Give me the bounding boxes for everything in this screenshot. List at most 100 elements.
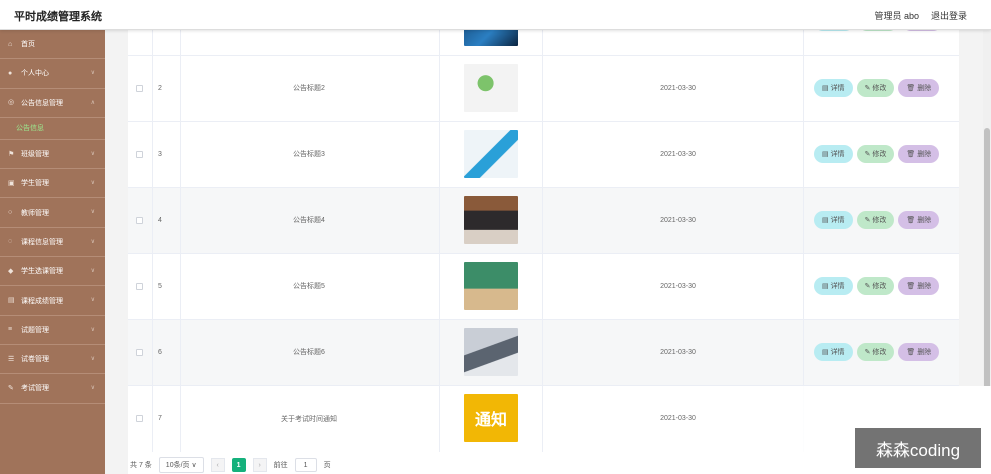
detail-button[interactable]: ▤ 详情 — [814, 79, 853, 98]
row-title: 公告标题6 — [293, 349, 325, 357]
table-row — [128, 30, 959, 56]
row-checkbox[interactable] — [136, 188, 144, 253]
current-user: 管理员 abo — [874, 11, 919, 21]
delete-button[interactable]: 🗑 删除 — [898, 277, 940, 296]
sidebar-item-question[interactable]: ≡ 试题管理 ∨ — [0, 316, 105, 345]
delete-button[interactable]: 🗑 删除 — [898, 211, 940, 230]
sidebar-item-profile[interactable]: ● 个人中心 ∨ — [0, 59, 105, 89]
row-checkbox[interactable] — [136, 386, 144, 452]
row-checkbox[interactable] — [136, 122, 144, 187]
sidebar-item-home[interactable]: ⌂ 首页 — [0, 30, 105, 60]
detail-button[interactable]: ▤ 详情 — [814, 343, 853, 362]
trash-icon: 🗑 — [906, 217, 918, 225]
chevron-down-icon: ∨ — [90, 326, 95, 333]
edit-button[interactable]: ✎ 修改 — [856, 277, 895, 296]
notice-image — [464, 328, 518, 376]
row-index: 6 — [158, 348, 162, 356]
row-index: 4 — [158, 216, 162, 224]
watermark: 森森coding — [855, 428, 981, 468]
goto-page-input[interactable]: 1 — [294, 458, 317, 472]
row-title: 公告标题2 — [293, 85, 325, 93]
document-icon: ▤ — [822, 85, 831, 93]
sidebar-item-exam[interactable]: ✎ 考试管理 ∨ — [0, 374, 105, 404]
teacher-icon: ○ — [8, 209, 13, 217]
goto-label: 前往 — [273, 462, 288, 469]
row-index: 3 — [158, 150, 162, 158]
pencil-icon: ✎ — [864, 349, 873, 357]
total-count: 共 7 条 — [130, 462, 152, 469]
home-icon: ⌂ — [8, 40, 13, 48]
sidebar-subitem-notice[interactable]: 公告信息 — [0, 118, 105, 140]
notice-image — [464, 64, 518, 112]
row-checkbox[interactable] — [136, 56, 144, 121]
edit-button[interactable] — [858, 30, 898, 32]
sidebar-item-teacher[interactable]: ○ 教师管理 ∨ — [0, 198, 105, 228]
row-checkbox[interactable] — [136, 320, 144, 385]
document-icon: ▤ — [822, 151, 831, 159]
notice-image: 通知 — [464, 394, 518, 442]
trash-icon: 🗑 — [906, 85, 918, 93]
top-header: 平时成绩管理系统 管理员 abo 退出登录 — [0, 0, 991, 30]
edit-button[interactable]: ✎ 修改 — [856, 145, 895, 164]
row-index: 7 — [158, 415, 162, 423]
flag-icon: ⚑ — [8, 150, 15, 158]
sidebar-item-student[interactable]: ▣ 学生管理 ∨ — [0, 169, 105, 199]
notice-icon: ◎ — [8, 99, 15, 107]
prev-page-button[interactable]: ‹ — [210, 458, 225, 472]
row-actions — [814, 30, 954, 55]
detail-button[interactable]: ▤ 详情 — [814, 277, 853, 296]
sidebar-item-score[interactable]: ▤ 课程成绩管理 ∨ — [0, 286, 105, 316]
sidebar-item-course[interactable]: ◌ 课程信息管理 ∨ — [0, 228, 105, 258]
delete-button[interactable] — [902, 30, 942, 32]
row-checkbox[interactable] — [136, 254, 144, 319]
chevron-down-icon: ∨ — [90, 268, 95, 275]
detail-button[interactable] — [814, 30, 854, 32]
user-icon: ● — [8, 69, 13, 77]
pencil-icon: ✎ — [864, 217, 873, 225]
chevron-down-icon: ∨ — [90, 150, 95, 157]
chevron-up-icon: ∧ — [90, 99, 95, 106]
row-date: 2021-03-30 — [660, 348, 696, 356]
pencil-icon: ✎ — [864, 151, 873, 159]
notice-image-text: 通知 — [474, 412, 507, 429]
next-page-button[interactable]: › — [252, 458, 267, 472]
row-actions: ▤ 详情 ✎ 修改 🗑 删除 — [814, 320, 954, 385]
row-index: 2 — [158, 84, 162, 92]
row-title: 公告标题5 — [293, 283, 325, 291]
current-page[interactable]: 1 — [231, 458, 246, 472]
detail-button[interactable]: ▤ 详情 — [814, 211, 853, 230]
delete-button[interactable]: 🗑 删除 — [898, 79, 940, 98]
edit-button[interactable]: ✎ 修改 — [856, 211, 895, 230]
notice-image — [464, 130, 518, 178]
page-suffix: 页 — [323, 462, 331, 469]
table-row: 4 公告标题4 2021-03-30 ▤ 详情 ✎ 修改 🗑 删除 — [128, 188, 959, 254]
table-row: 3 公告标题3 2021-03-30 ▤ 详情 ✎ 修改 🗑 删除 — [128, 122, 959, 188]
notice-image — [464, 30, 518, 46]
edit-button[interactable]: ✎ 修改 — [856, 79, 895, 98]
logout-link[interactable]: 退出登录 — [931, 9, 967, 22]
row-actions: ▤ 详情 ✎ 修改 🗑 删除 — [814, 254, 954, 319]
delete-button[interactable]: 🗑 删除 — [898, 145, 940, 164]
row-date: 2021-03-30 — [660, 216, 696, 224]
chevron-left-icon: ‹ — [216, 461, 219, 469]
row-actions: ▤ 详情 ✎ 修改 🗑 删除 — [814, 188, 954, 253]
sidebar-item-notice[interactable]: ◎ 公告信息管理 ∧ — [0, 89, 105, 118]
sidebar-item-paper[interactable]: ☰ 试卷管理 ∨ — [0, 345, 105, 375]
row-title: 公告标题4 — [293, 217, 325, 225]
page-size-select[interactable]: 10条/页 ∨ — [158, 457, 204, 473]
notice-image — [464, 196, 518, 244]
row-actions: ▤ 详情 ✎ 修改 🗑 删除 — [814, 122, 954, 187]
edit-button[interactable]: ✎ 修改 — [856, 343, 895, 362]
detail-button[interactable]: ▤ 详情 — [814, 145, 853, 164]
chevron-down-icon: ∨ — [191, 462, 197, 469]
row-title: 公告标题3 — [293, 151, 325, 159]
row-actions: ▤ 详情 ✎ 修改 🗑 删除 — [814, 56, 954, 121]
app-title: 平时成绩管理系统 — [14, 11, 102, 23]
sidebar-item-class[interactable]: ⚑ 班级管理 ∨ — [0, 140, 105, 170]
document-icon: ▤ — [822, 217, 831, 225]
delete-button[interactable]: 🗑 删除 — [898, 343, 940, 362]
pencil-icon: ✎ — [864, 85, 873, 93]
table-row: 6 公告标题6 2021-03-30 ▤ 详情 ✎ 修改 🗑 删除 — [128, 320, 959, 386]
table-row: 2 公告标题2 2021-03-30 ▤ 详情 ✎ 修改 🗑 删除 — [128, 56, 959, 122]
sidebar-item-course-select[interactable]: ◆ 学生选课管理 ∨ — [0, 257, 105, 287]
